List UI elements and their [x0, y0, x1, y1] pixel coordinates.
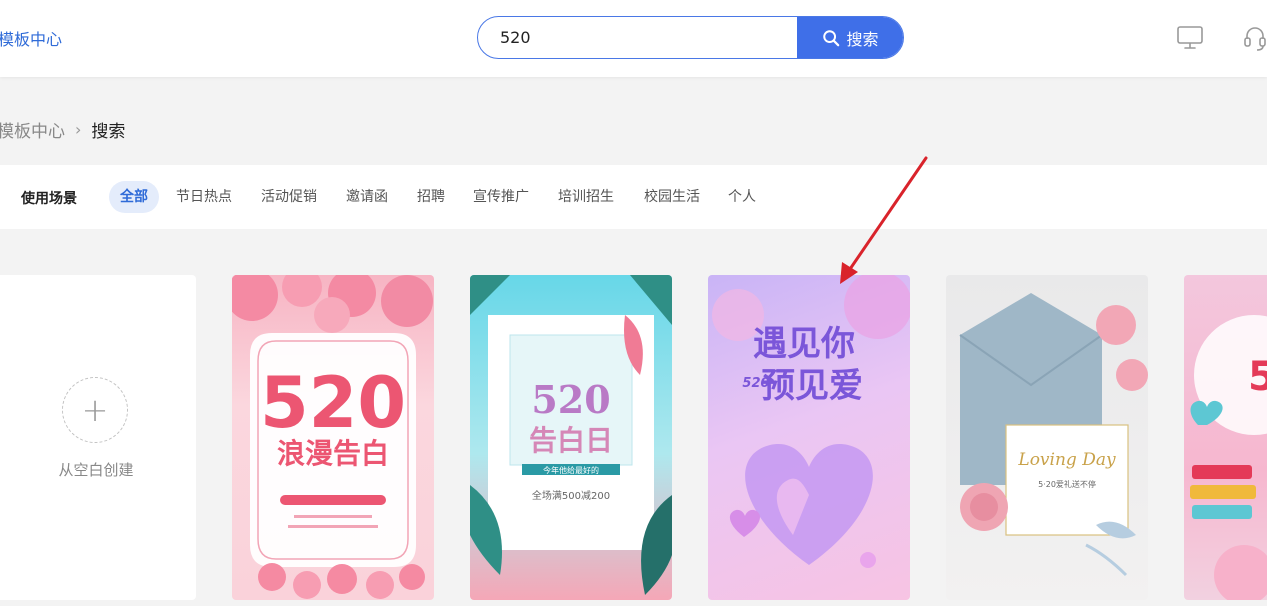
search-button[interactable]: 搜索 — [797, 17, 903, 58]
filter-label: 使用场景 — [21, 191, 77, 207]
customer-service-icon[interactable] — [1243, 25, 1267, 53]
tag-personal[interactable]: 个人 — [728, 181, 756, 213]
search-input[interactable] — [478, 17, 797, 58]
breadcrumb-current: 搜索 — [91, 122, 126, 142]
search-button-label: 搜索 — [846, 31, 879, 49]
svg-text:520: 520 — [1248, 354, 1267, 400]
svg-text:浪漫告白: 浪漫告白 — [277, 437, 389, 470]
search-icon — [823, 29, 840, 46]
svg-text:遇见你: 遇见你 — [753, 324, 855, 364]
tag-campus[interactable]: 校园生活 — [644, 181, 700, 213]
template-center-link[interactable]: 模板中心 — [0, 26, 62, 50]
plus-icon: + — [62, 377, 128, 443]
breadcrumb-home[interactable]: 模板中心 — [0, 117, 65, 142]
template-thumbnail: 520 告白日 今年他给最好的 全场满500减200 — [470, 275, 672, 595]
search-box: 搜索 — [477, 16, 904, 59]
tag-invitation[interactable]: 邀请函 — [346, 181, 388, 213]
svg-text:5·20爱礼送不停: 5·20爱礼送不停 — [1038, 479, 1096, 489]
desktop-icon[interactable] — [1176, 25, 1204, 51]
tag-all[interactable]: 全部 — [109, 181, 159, 213]
tag-training[interactable]: 培训招生 — [558, 181, 614, 213]
svg-text:全场满500减200: 全场满500减200 — [532, 489, 610, 502]
svg-text:今年他给最好的: 今年他给最好的 — [543, 465, 599, 475]
template-thumbnail: 520 浪漫告白 — [232, 275, 433, 599]
template-card-3[interactable]: 遇见你 预见爱 520 — [708, 275, 910, 600]
create-blank-card[interactable]: + 从空白创建 — [0, 275, 196, 600]
tag-holiday[interactable]: 节日热点 — [176, 181, 232, 213]
template-card-5[interactable]: 520 — [1184, 275, 1267, 600]
top-header: 模板中心 搜索 — [0, 0, 1267, 77]
svg-text:预见爱: 预见爱 — [761, 366, 863, 406]
template-card-2[interactable]: 520 告白日 今年他给最好的 全场满500减200 — [470, 275, 672, 600]
chevron-right-icon: › — [75, 120, 82, 139]
breadcrumb: 模板中心 › 搜索 — [0, 117, 125, 142]
template-thumbnail: Loving Day 5·20爱礼送不停 — [959, 293, 1148, 577]
tag-promotion[interactable]: 活动促销 — [261, 181, 317, 213]
template-thumbnail: 520 — [1190, 315, 1267, 600]
create-blank-label: 从空白创建 — [58, 461, 134, 479]
tag-publicity[interactable]: 宣传推广 — [473, 181, 529, 213]
template-thumbnail: 遇见你 预见爱 520 — [712, 275, 910, 568]
template-card-1[interactable]: 520 浪漫告白 — [232, 275, 434, 600]
scene-filter-bar: 使用场景 全部 节日热点 活动促销 邀请函 招聘 宣传推广 培训招生 校园生活 … — [0, 165, 1267, 229]
template-card-4[interactable]: Loving Day 5·20爱礼送不停 — [946, 275, 1148, 600]
svg-text:520: 520 — [531, 377, 610, 422]
svg-text:520: 520 — [260, 362, 406, 444]
svg-text:告白日: 告白日 — [529, 424, 613, 457]
svg-text:Loving Day: Loving Day — [1017, 450, 1116, 470]
svg-text:520: 520 — [742, 376, 769, 391]
tag-recruit[interactable]: 招聘 — [417, 181, 445, 213]
